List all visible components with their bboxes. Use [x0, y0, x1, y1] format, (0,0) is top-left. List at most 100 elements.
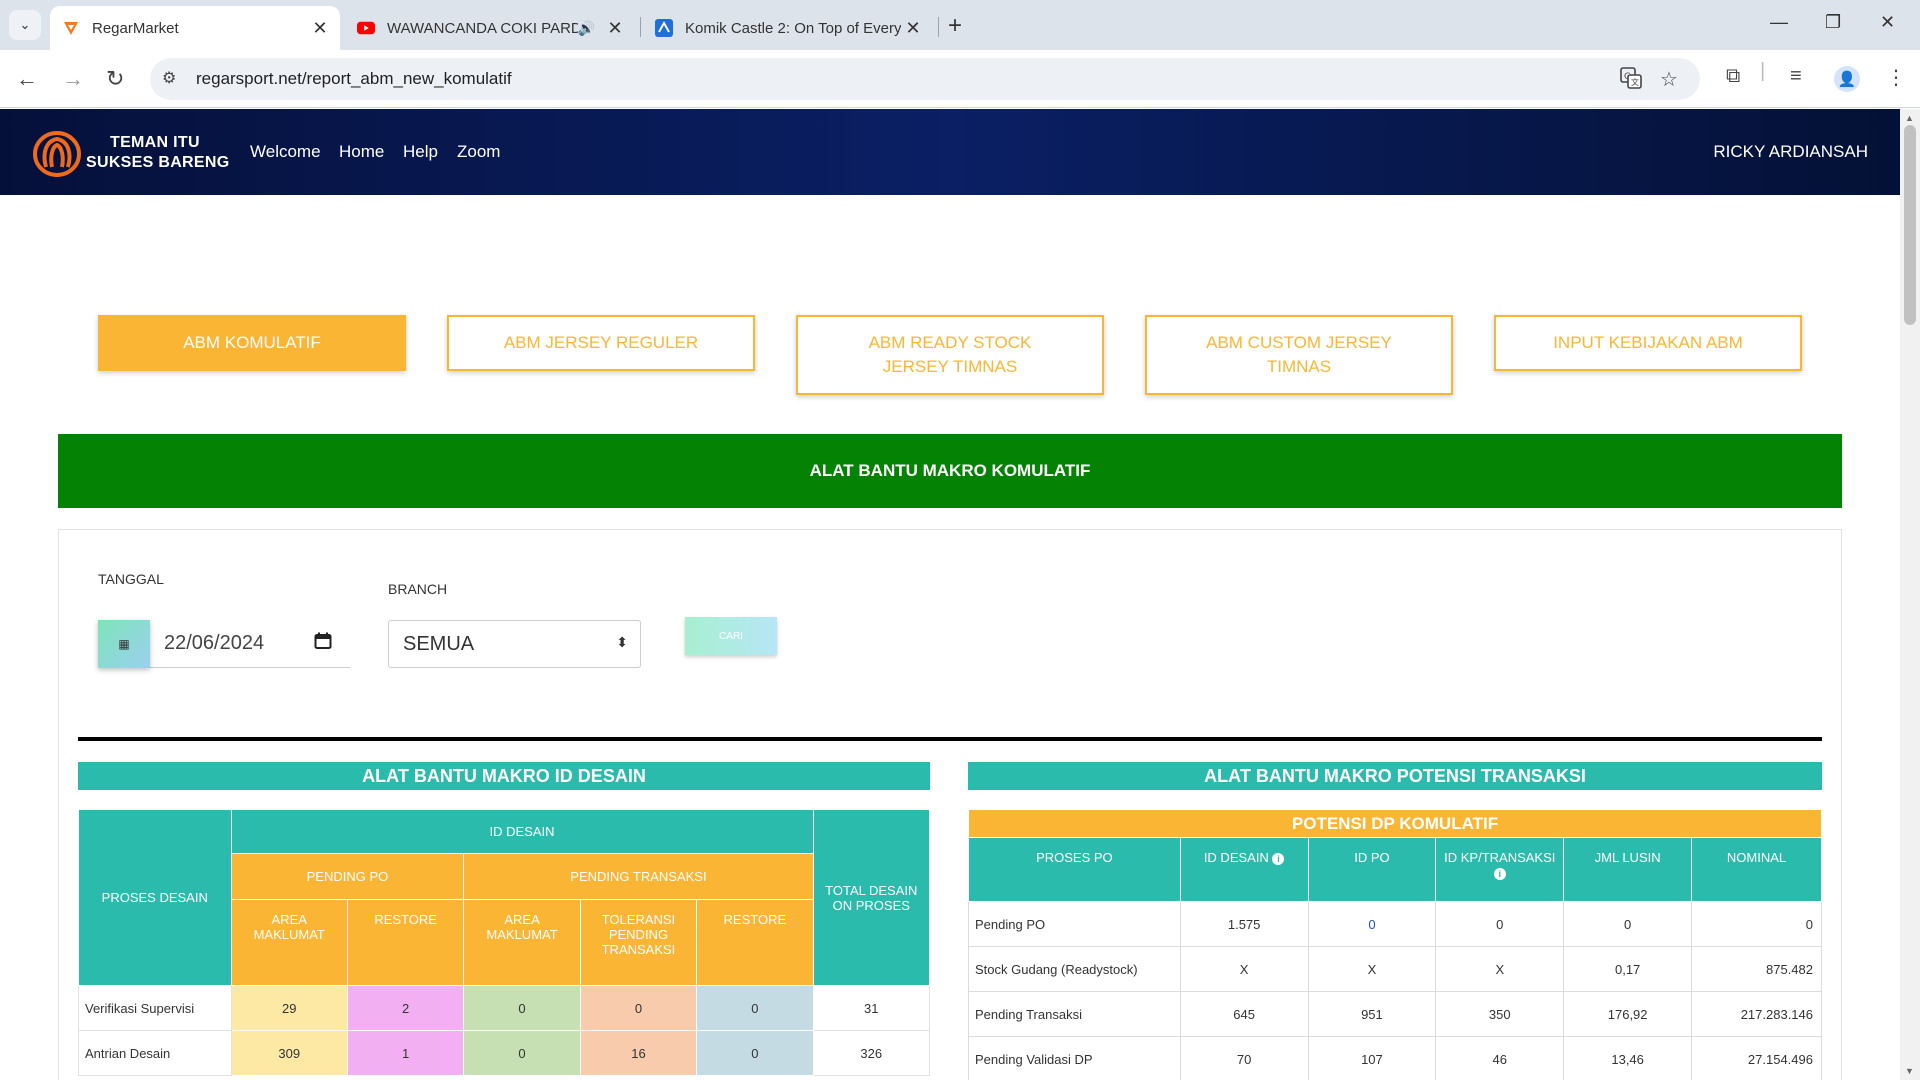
- cari-button[interactable]: CARI: [685, 617, 777, 655]
- restore-icon[interactable]: ❐: [1825, 12, 1841, 33]
- cell-value: 0: [463, 1030, 581, 1076]
- row-label: Pending PO: [968, 901, 1181, 947]
- extensions-icon[interactable]: ⧉: [1726, 65, 1740, 88]
- cell-id-po[interactable]: 0: [1307, 901, 1437, 947]
- info-icon[interactable]: i: [1272, 852, 1285, 865]
- tab-abm-jersey-reguler[interactable]: ABM JERSEY REGULER: [447, 315, 755, 371]
- table-row: Pending PO 1.575 0 0 0 0: [968, 901, 1822, 947]
- potensi-subtitle: POTENSI DP KOMULATIF: [968, 809, 1822, 838]
- browser-tab-bar: ⌄ RegarMarket ✕ WAWANCANDA COKI PARD 🔊 ✕…: [0, 0, 1920, 50]
- cell-nominal: 217.283.146: [1691, 991, 1822, 1037]
- cell-value: 16: [579, 1030, 698, 1076]
- translate-icon[interactable]: G文: [1620, 67, 1642, 95]
- speaker-icon[interactable]: 🔊: [578, 20, 595, 37]
- cell-total: 31: [812, 985, 931, 1031]
- close-tab-icon[interactable]: ✕: [901, 18, 925, 39]
- forward-arrow-icon[interactable]: →: [62, 66, 84, 92]
- table-row: Verifikasi Supervisi 29 2 0 0 0 31: [78, 985, 931, 1031]
- cell-value: 0: [463, 985, 581, 1031]
- close-tab-icon[interactable]: ✕: [308, 18, 332, 39]
- profile-avatar-icon[interactable]: 👤: [1834, 66, 1860, 92]
- id-desain-table: PROSES DESAIN ID DESAIN TOTAL DESAIN ON …: [78, 809, 931, 1076]
- header-id-kp-transaksi: ID KP/TRANSAKSI i: [1435, 837, 1565, 902]
- header-toleransi: TOLERANSI PENDING TRANSAKSI: [579, 899, 698, 986]
- tab-abm-custom-jersey-timnas[interactable]: ABM CUSTOM JERSEY TIMNAS: [1145, 315, 1453, 395]
- nav-home[interactable]: Home: [339, 142, 384, 162]
- nav-zoom[interactable]: Zoom: [457, 142, 500, 162]
- cell-id-po: 951: [1307, 991, 1437, 1037]
- header-area-maklumat: AREA MAKLUMAT: [463, 899, 581, 986]
- tab-input-kebijakan-abm[interactable]: INPUT KEBIJAKAN ABM: [1494, 315, 1802, 371]
- header-text: ON PROSES: [832, 897, 910, 913]
- branch-select[interactable]: SEMUA ⬍: [388, 620, 641, 668]
- reload-icon[interactable]: ↻: [106, 66, 124, 92]
- site-logo-icon[interactable]: [32, 131, 82, 177]
- cell-id-po: X: [1307, 946, 1437, 992]
- tab-label: ABM KOMULATIF: [183, 333, 321, 352]
- tab-search-button[interactable]: ⌄: [9, 10, 41, 40]
- cell-value: 1: [346, 1030, 465, 1076]
- new-tab-icon[interactable]: +: [948, 12, 962, 40]
- tab-abm-komulatif[interactable]: ABM KOMULATIF: [98, 315, 406, 371]
- scroll-down-arrow-icon[interactable]: ▼: [1905, 1066, 1914, 1076]
- cell-id-po: 107: [1307, 1036, 1437, 1080]
- scroll-up-arrow-icon[interactable]: ▲: [1905, 113, 1914, 123]
- youtube-favicon-icon: [357, 19, 375, 37]
- back-arrow-icon[interactable]: ←: [16, 66, 38, 92]
- table-row: Stock Gudang (Readystock) X X X 0,17 875…: [968, 946, 1822, 992]
- header-text: AREA: [271, 912, 307, 927]
- minimize-icon[interactable]: —: [1770, 12, 1788, 33]
- header-proses-desain: PROSES DESAIN: [78, 809, 232, 986]
- cell-value: 309: [230, 1030, 348, 1076]
- row-label: Verifikasi Supervisi: [78, 985, 232, 1031]
- page-scrollbar[interactable]: ▲ ▼: [1900, 109, 1920, 1080]
- nav-welcome[interactable]: Welcome: [250, 142, 321, 162]
- cell-value: 0: [579, 985, 698, 1031]
- cell-value: 0: [696, 1030, 814, 1076]
- user-name[interactable]: RICKY ARDIANSAH: [1713, 142, 1868, 162]
- tab-abm-ready-stock-jersey-timnas[interactable]: ABM READY STOCK JERSEY TIMNAS: [796, 315, 1104, 395]
- desain-section-title: ALAT BANTU MAKRO ID DESAIN: [78, 762, 930, 790]
- tanggal-value[interactable]: 22/06/2024: [164, 632, 264, 655]
- info-icon[interactable]: i: [1493, 867, 1506, 880]
- tab-label: TIMNAS: [1266, 357, 1332, 376]
- browser-tab-komik[interactable]: Komik Castle 2: On Top of Every ✕: [643, 6, 933, 50]
- tab-label: ABM CUSTOM JERSEY: [1206, 333, 1392, 352]
- address-bar[interactable]: ⚙ regarsport.net/report_abm_new_komulati…: [150, 58, 1700, 100]
- header-text: ID KP/TRANSAKSI: [1444, 850, 1556, 865]
- logo-text: TEMAN ITU SUKSES BARENG: [86, 133, 229, 173]
- cell-value: 0: [696, 985, 814, 1031]
- url-text[interactable]: regarsport.net/report_abm_new_komulatif: [196, 69, 512, 89]
- cell-nominal: 875.482: [1691, 946, 1822, 992]
- table-row: Antrian Desain 309 1 0 16 0 326: [78, 1030, 931, 1076]
- cell-id-desain: 70: [1179, 1036, 1309, 1080]
- header-id-desain: ID DESAIN i: [1179, 837, 1309, 902]
- table-row: Pending Transaksi 645 951 350 176,92 217…: [968, 991, 1822, 1037]
- tanggal-field[interactable]: ▦ 22/06/2024: [98, 620, 350, 668]
- header-text: MAKLUMAT: [486, 927, 558, 942]
- media-control-icon[interactable]: ≡: [1790, 65, 1802, 88]
- calendar-icon: ▦: [98, 620, 150, 668]
- date-picker-icon[interactable]: [314, 632, 332, 655]
- browser-tab-regarmarket[interactable]: RegarMarket ✕: [50, 6, 340, 50]
- potensi-section-title: ALAT BANTU MAKRO POTENSI TRANSAKSI: [968, 762, 1822, 790]
- scrollbar-thumb[interactable]: [1904, 125, 1916, 325]
- header-proses-po: PROSES PO: [968, 837, 1181, 902]
- close-tab-icon[interactable]: ✕: [603, 18, 627, 39]
- bookmark-star-icon[interactable]: ☆: [1660, 67, 1678, 92]
- nav-help[interactable]: Help: [403, 142, 438, 162]
- site-settings-icon[interactable]: ⚙: [162, 68, 176, 88]
- site-header: TEMAN ITU SUKSES BARENG Welcome Home Hel…: [0, 109, 1900, 195]
- divider-line: [78, 737, 1822, 741]
- tab-title: Komik Castle 2: On Top of Every: [685, 19, 901, 37]
- row-label: Pending Transaksi: [968, 991, 1181, 1037]
- browser-tab-youtube[interactable]: WAWANCANDA COKI PARD 🔊 ✕: [345, 6, 635, 50]
- tab-label: ABM JERSEY REGULER: [503, 333, 699, 352]
- logo-line-1: TEMAN ITU: [110, 134, 200, 151]
- tab-label: ABM READY STOCK: [868, 333, 1032, 352]
- row-label: Stock Gudang (Readystock): [968, 946, 1181, 992]
- browser-menu-icon[interactable]: ⋮: [1886, 65, 1906, 90]
- cell-id-desain: X: [1179, 946, 1309, 992]
- close-window-icon[interactable]: ✕: [1880, 12, 1895, 33]
- header-text: AREA: [504, 912, 540, 927]
